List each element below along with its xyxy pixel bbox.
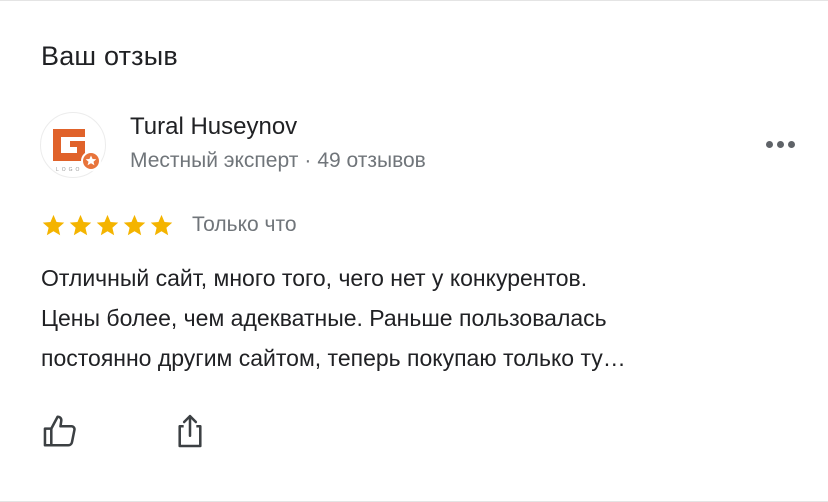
- company-logo-icon: LOGO: [53, 129, 101, 173]
- author-badge: Местный эксперт: [130, 149, 299, 172]
- star-icon: [150, 214, 173, 235]
- star-icon: [42, 214, 65, 235]
- like-button[interactable]: [40, 411, 80, 451]
- author-name[interactable]: Tural Huseynov: [130, 113, 297, 141]
- review-time: Только что: [192, 213, 297, 236]
- star-rating: [41, 213, 174, 238]
- star-icon: [69, 214, 92, 235]
- review-card: Ваш отзыв LOGO Tural Huseynov Местный эк…: [0, 0, 828, 502]
- review-text: Отличный сайт, много того, чего нет у ко…: [41, 265, 626, 371]
- share-icon: [178, 414, 202, 448]
- rating-row: Только что: [41, 211, 297, 239]
- section-title: Ваш отзыв: [41, 41, 178, 71]
- author-reviews-count: 49 отзывов: [317, 149, 426, 172]
- star-icon: [96, 214, 119, 235]
- star-icon: [123, 214, 146, 235]
- more-horizontal-icon: [765, 140, 773, 148]
- more-options-button[interactable]: [758, 129, 802, 159]
- meta-separator: ·: [304, 149, 312, 172]
- avatar[interactable]: LOGO: [40, 112, 106, 178]
- thumbs-up-icon: [43, 415, 76, 447]
- author-meta: Местный эксперт · 49 отзывов: [130, 149, 426, 173]
- share-button[interactable]: [170, 411, 210, 451]
- logo-text: LOGO: [56, 167, 82, 173]
